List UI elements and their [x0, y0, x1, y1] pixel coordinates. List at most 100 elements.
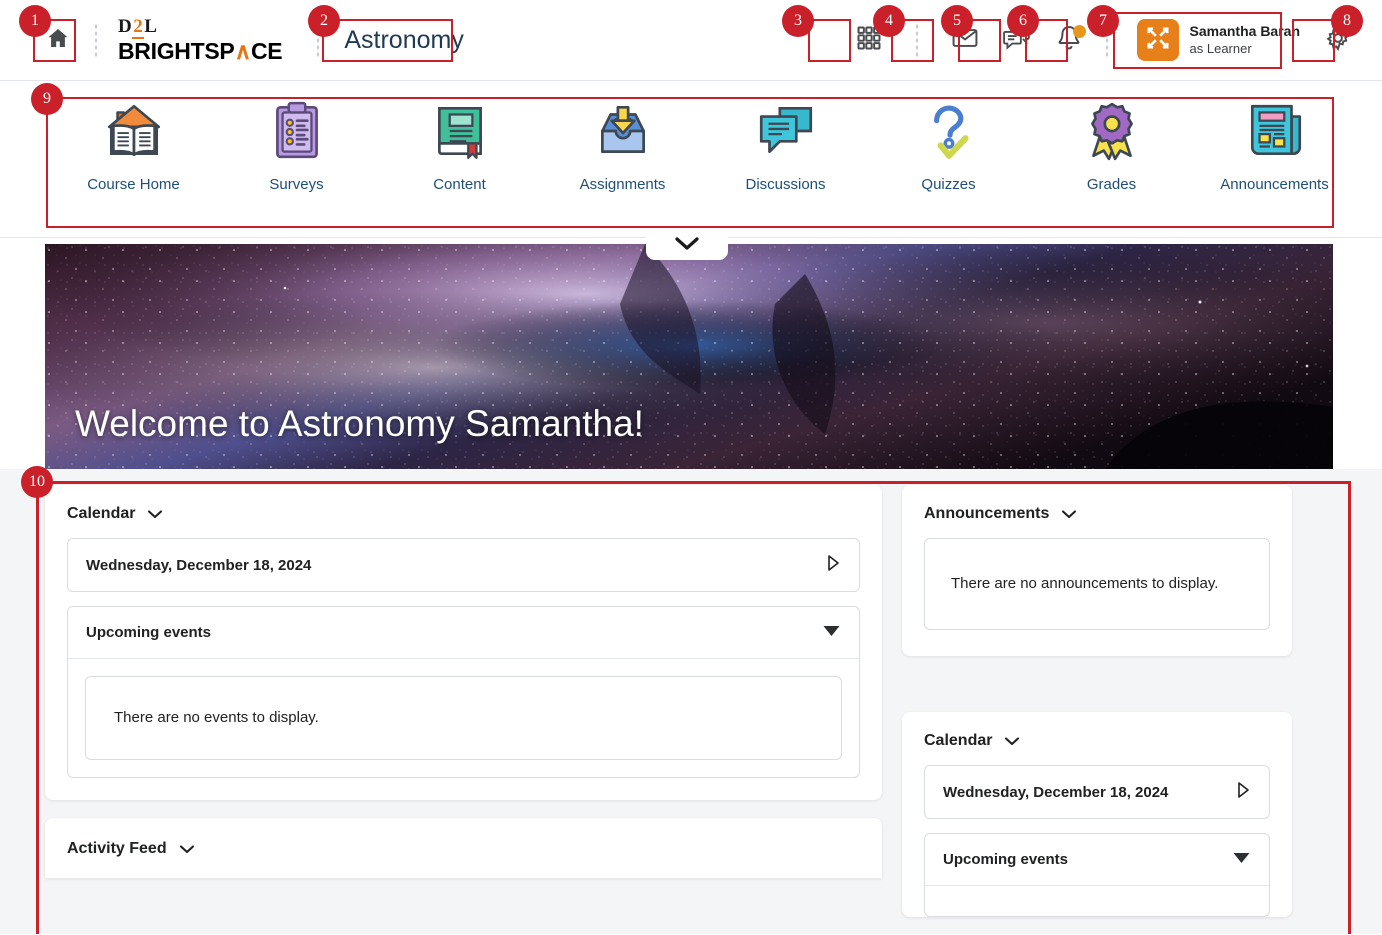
chat-icon — [1002, 24, 1031, 57]
logo-bs-part1: BRIGHTSP — [118, 38, 235, 64]
course-banner: Welcome to Astronomy Samantha! — [45, 244, 1333, 469]
home-button[interactable] — [36, 18, 80, 62]
calendar-widget-header-left[interactable]: Calendar — [67, 505, 860, 523]
role-switch-icon — [1145, 25, 1171, 56]
home-icon — [46, 26, 70, 55]
subscription-alerts-button[interactable] — [995, 18, 1039, 62]
logo-d2l-text: D2L — [118, 16, 158, 39]
calendar-widget-right: Calendar Wednesday, December 18, 2024 Up… — [902, 712, 1292, 917]
open-book-house-icon — [101, 94, 167, 168]
header-divider-1 — [94, 23, 98, 57]
newspaper-icon — [1242, 94, 1308, 168]
nav-item-discussions[interactable]: Discussions — [704, 94, 867, 193]
nav-item-content[interactable]: Content — [378, 94, 541, 193]
left-column: Calendar Wednesday, December 18, 2024 Up… — [45, 485, 882, 935]
header-divider-3 — [914, 23, 919, 57]
announcements-widget-title: Announcements — [924, 505, 1050, 522]
calendar-widget-title: Calendar — [924, 732, 993, 749]
nav-item-assignments[interactable]: Assignments — [541, 94, 704, 193]
upcoming-events-header-left[interactable]: Upcoming events — [68, 607, 859, 659]
right-column: Announcements There are no announcements… — [902, 485, 1292, 935]
activity-feed-widget: Activity Feed — [45, 818, 882, 878]
nav-label: Announcements — [1220, 176, 1329, 193]
calendar-widget-left: Calendar Wednesday, December 18, 2024 Up… — [45, 485, 882, 800]
calendar-date-text: Wednesday, December 18, 2024 — [943, 783, 1169, 801]
calendar-date-selector-left[interactable]: Wednesday, December 18, 2024 — [67, 538, 860, 592]
chevron-down-icon — [674, 235, 700, 256]
avatar — [1136, 19, 1179, 61]
update-alerts-button[interactable] — [1047, 18, 1091, 62]
app-drawer-icon — [855, 24, 883, 57]
user-profile-button[interactable]: Samantha Baran as Learner — [1136, 19, 1300, 61]
nav-item-course-home[interactable]: Course Home — [52, 94, 215, 193]
settings-button[interactable] — [1316, 18, 1360, 62]
logo-brightspace-text: BRIGHTSP∧CE — [118, 38, 283, 64]
course-selector-button[interactable] — [847, 18, 891, 62]
chevron-down-icon[interactable] — [1004, 736, 1020, 746]
chevron-down-icon[interactable] — [147, 509, 163, 519]
header-divider-4 — [1104, 23, 1109, 57]
nav-item-surveys[interactable]: Surveys — [215, 94, 378, 193]
banner-title: Welcome to Astronomy Samantha! — [75, 403, 644, 444]
inbox-arrow-icon — [590, 94, 656, 168]
no-events-message-box: There are no events to display. — [85, 676, 842, 760]
upcoming-events-body-right — [925, 886, 1269, 916]
triangle-right-icon[interactable] — [826, 554, 841, 577]
announcements-widget: Announcements There are no announcements… — [902, 485, 1292, 656]
nav-label: Discussions — [745, 176, 826, 193]
activity-feed-header[interactable]: Activity Feed — [67, 840, 860, 858]
calendar-widget-header-right[interactable]: Calendar — [924, 732, 1270, 750]
upcoming-events-panel-left: Upcoming events There are no events to d… — [67, 606, 860, 778]
message-alerts-button[interactable] — [943, 18, 987, 62]
book-icon — [427, 94, 493, 168]
caret-down-icon[interactable] — [1232, 851, 1251, 869]
course-title: Astronomy — [344, 25, 464, 54]
question-check-icon — [916, 94, 982, 168]
header-right-group: Samantha Baran as Learner — [843, 0, 1382, 80]
chevron-down-icon[interactable] — [1061, 509, 1077, 519]
course-navbar: Course Home Surveys Content Assignments … — [0, 82, 1382, 238]
no-announcements-message-box: There are no announcements to display. — [924, 538, 1270, 630]
collapse-navbar-button[interactable] — [646, 230, 728, 260]
logo-d2l-accent: 2 — [132, 16, 145, 39]
speech-bubbles-icon — [753, 94, 819, 168]
gear-icon — [1324, 23, 1352, 57]
upcoming-events-panel-right: Upcoming events — [924, 833, 1270, 917]
nav-label: Course Home — [87, 176, 180, 193]
brightspace-logo[interactable]: D2L BRIGHTSP∧CE — [118, 16, 283, 64]
award-ribbon-icon — [1079, 94, 1145, 168]
homepage-content: Calendar Wednesday, December 18, 2024 Up… — [0, 469, 1382, 934]
chevron-down-icon[interactable] — [179, 844, 195, 854]
upcoming-events-title: Upcoming events — [943, 851, 1069, 868]
nav-item-grades[interactable]: Grades — [1030, 94, 1193, 193]
header-left-group: D2L BRIGHTSP∧CE Astronomy — [0, 0, 464, 80]
nav-label: Content — [433, 176, 486, 193]
nav-label: Grades — [1086, 176, 1137, 193]
global-header: D2L BRIGHTSP∧CE Astronomy Samantha Baran… — [0, 0, 1382, 81]
announcements-widget-header[interactable]: Announcements — [924, 505, 1270, 523]
brightspace-course-home-page: D2L BRIGHTSP∧CE Astronomy Samantha Baran… — [0, 0, 1382, 934]
upcoming-events-title: Upcoming events — [86, 624, 212, 641]
nav-label: Surveys — [269, 176, 324, 193]
clipboard-icon — [264, 94, 330, 168]
nav-label: Quizzes — [921, 176, 976, 193]
header-divider-2 — [316, 23, 321, 57]
caret-down-icon[interactable] — [822, 624, 841, 642]
notification-badge-dot — [1072, 25, 1086, 38]
nav-label: Assignments — [579, 176, 666, 193]
upcoming-events-body-left: There are no events to display. — [68, 659, 859, 777]
no-announcements-message: There are no announcements to display. — [951, 574, 1219, 592]
logo-bs-part2: CE — [251, 38, 283, 64]
profile-text: Samantha Baran as Learner — [1190, 23, 1300, 57]
upcoming-events-header-right[interactable]: Upcoming events — [925, 834, 1269, 886]
widget-columns: Calendar Wednesday, December 18, 2024 Up… — [0, 469, 1382, 935]
profile-name: Samantha Baran — [1189, 23, 1300, 40]
no-events-message: There are no events to display. — [114, 708, 319, 726]
calendar-date-selector-right[interactable]: Wednesday, December 18, 2024 — [924, 765, 1270, 819]
calendar-widget-title: Calendar — [67, 505, 136, 522]
logo-bs-accent: ∧ — [234, 38, 251, 64]
triangle-right-icon[interactable] — [1236, 781, 1251, 804]
calendar-date-text: Wednesday, December 18, 2024 — [86, 556, 312, 574]
nav-item-quizzes[interactable]: Quizzes — [867, 94, 1030, 193]
nav-item-announcements[interactable]: Announcements — [1193, 94, 1356, 193]
